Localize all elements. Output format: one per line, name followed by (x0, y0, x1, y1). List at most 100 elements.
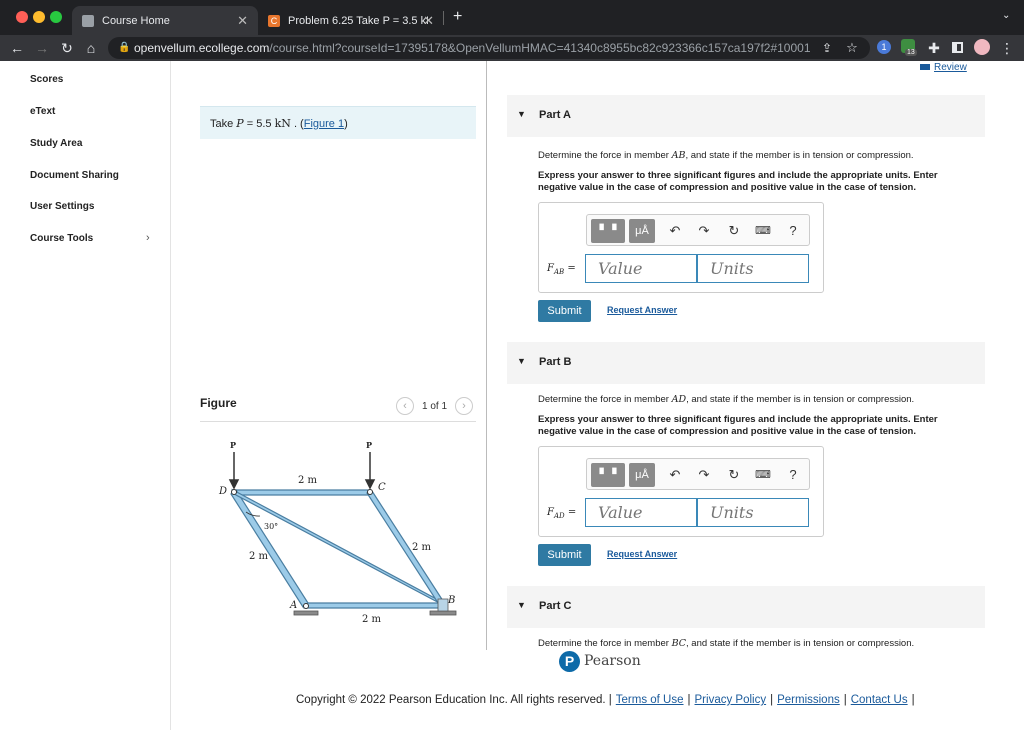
maximize-window-button[interactable] (50, 11, 62, 23)
var-sub: AB (553, 268, 565, 276)
member-name: AB (671, 150, 686, 161)
pearson-wordmark: Pearson (584, 653, 641, 669)
joint-c (367, 489, 373, 495)
help-icon[interactable]: ? (785, 467, 801, 483)
browser-tab-problem[interactable]: C Problem 6.25 Take P = 3.5 kN& ✕ (258, 6, 444, 35)
footer-link-terms[interactable]: Terms of Use (616, 694, 684, 706)
member-da (230, 489, 309, 608)
footer-link-contact[interactable]: Contact Us (851, 694, 908, 706)
part-c-label: Part C (539, 600, 572, 612)
help-icon[interactable]: ? (785, 223, 801, 239)
part-b-submit-button[interactable]: Submit (538, 544, 591, 566)
var-main: F (547, 507, 554, 518)
collapse-triangle-icon[interactable]: ▼ (517, 109, 526, 119)
take-unit: kN (274, 117, 291, 130)
side-panel-icon[interactable] (952, 42, 963, 53)
part-b-header[interactable]: ▼ Part B (507, 342, 985, 384)
figure-link[interactable]: Figure 1 (304, 118, 344, 130)
part-a-prompt: Determine the force in member AB, and st… (538, 150, 914, 161)
units-button[interactable]: μÅ (629, 463, 655, 487)
label-angle: 30° (264, 522, 278, 531)
label-a: A (289, 600, 297, 611)
reset-icon[interactable]: ↻ (726, 223, 742, 239)
share-icon[interactable]: ⇪ (818, 39, 836, 57)
member-cb (366, 490, 446, 607)
footer-link-privacy[interactable]: Privacy Policy (695, 694, 767, 706)
part-b-answer-box: ▘▝ μÅ ↶ ↷ ↻ ⌨ ? FAD = (538, 446, 824, 537)
extension-badge: 13 (905, 49, 917, 56)
footer-link-permissions[interactable]: Permissions (777, 694, 840, 706)
part-a-request-answer-link[interactable]: Request Answer (607, 305, 677, 315)
back-icon[interactable]: ← (8, 39, 26, 57)
figure-divider (200, 421, 476, 422)
previous-figure-button[interactable]: ‹ (396, 397, 414, 415)
part-c-header[interactable]: ▼ Part C (507, 586, 985, 628)
sidebar-item-scores[interactable]: Scores (30, 74, 63, 85)
take-value: = 5.5 (243, 118, 275, 130)
chevron-right-icon[interactable]: › (146, 232, 150, 244)
address-bar[interactable]: 🔒 openvellum.ecollege.com/course.html?co… (108, 37, 870, 59)
joint-d (231, 489, 237, 495)
sidebar-item-user-settings[interactable]: User Settings (30, 201, 94, 212)
sidebar-item-document-sharing[interactable]: Document Sharing (30, 170, 119, 181)
prompt-suffix: , and state if the member is in tension … (685, 150, 914, 161)
bookmark-star-icon[interactable]: ☆ (843, 39, 861, 57)
sidebar-item-study-area[interactable]: Study Area (30, 138, 82, 149)
prompt-prefix: Determine the force in member (538, 638, 672, 649)
keyboard-icon[interactable]: ⌨ (755, 223, 771, 239)
menu-kebab-icon[interactable]: ⋮ (998, 39, 1016, 57)
home-icon[interactable]: ⌂ (82, 39, 100, 57)
collapse-triangle-icon[interactable]: ▼ (517, 600, 526, 610)
part-a-header[interactable]: ▼ Part A (507, 95, 985, 137)
reload-icon[interactable]: ↻ (58, 39, 76, 57)
puzzle-extensions-icon[interactable]: ✚ (925, 39, 943, 57)
footer-divider: | (770, 694, 774, 706)
support-b (429, 610, 457, 616)
collapse-triangle-icon[interactable]: ▼ (517, 356, 526, 366)
part-a-submit-button[interactable]: Submit (538, 300, 591, 322)
value-input[interactable] (585, 254, 697, 283)
next-figure-button[interactable]: › (455, 397, 473, 415)
undo-icon[interactable]: ↶ (667, 467, 683, 483)
forward-icon[interactable]: → (33, 39, 51, 57)
value-input[interactable] (585, 498, 697, 527)
member-dc (231, 489, 372, 496)
close-window-button[interactable] (16, 11, 28, 23)
close-tab-icon[interactable]: ✕ (237, 13, 248, 29)
member-name: BC (671, 638, 687, 649)
prompt-suffix: , and state if the member is in tension … (686, 638, 915, 649)
part-b-request-answer-link[interactable]: Request Answer (607, 549, 677, 559)
units-button[interactable]: μÅ (629, 219, 655, 243)
units-input[interactable] (697, 498, 809, 527)
keyboard-icon[interactable]: ⌨ (755, 467, 771, 483)
part-a-label: Part A (539, 109, 571, 121)
undo-icon[interactable]: ↶ (667, 223, 683, 239)
take-text: Take (210, 118, 237, 130)
units-input[interactable] (697, 254, 809, 283)
tab-search-chevron-icon[interactable]: ⌄ (1002, 10, 1010, 21)
browser-toolbar: ← → ↻ ⌂ 🔒 openvellum.ecollege.com/course… (0, 35, 1024, 61)
redo-icon[interactable]: ↷ (696, 467, 712, 483)
answer-variable-label: FAB = (547, 263, 576, 276)
var-main: F (547, 263, 554, 274)
sidebar-item-course-tools[interactable]: Course Tools (30, 233, 93, 244)
password-extension-icon[interactable]: 1 (877, 40, 891, 54)
browser-tab-course-home[interactable]: Course Home ✕ (72, 6, 258, 35)
templates-button[interactable]: ▘▝ (591, 463, 625, 487)
math-toolbar: ▘▝ μÅ ↶ ↷ ↻ ⌨ ? (586, 214, 810, 246)
page-icon (82, 14, 94, 27)
figure-pager: 1 of 1 (422, 401, 448, 412)
profile-avatar[interactable] (974, 39, 990, 55)
close-tab-icon[interactable]: ✕ (423, 13, 434, 29)
redo-icon[interactable]: ↷ (696, 223, 712, 239)
part-c-prompt: Determine the force in member BC, and st… (538, 638, 914, 649)
reset-icon[interactable]: ↻ (726, 467, 742, 483)
lock-icon: 🔒 (118, 42, 131, 53)
minimize-window-button[interactable] (33, 11, 45, 23)
sidebar-item-etext[interactable]: eText (30, 106, 55, 117)
book-icon (920, 64, 930, 70)
templates-button[interactable]: ▘▝ (591, 219, 625, 243)
support-a (293, 610, 319, 616)
review-link[interactable]: Review (920, 62, 967, 73)
new-tab-icon[interactable]: + (453, 8, 462, 26)
